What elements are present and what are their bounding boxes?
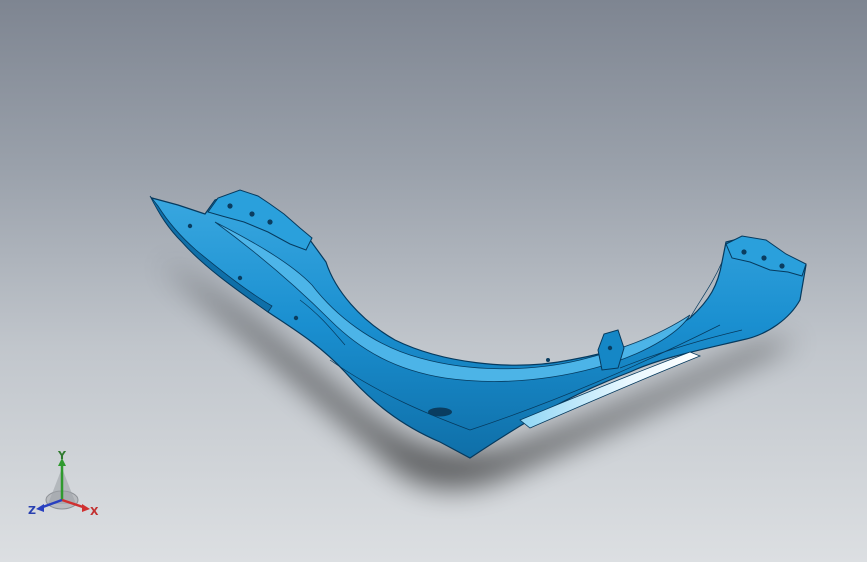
view-orientation-triad-icon: Y X Z xyxy=(24,448,104,524)
graphics-viewport[interactable]: Y X Z xyxy=(0,0,867,562)
fender-part-model[interactable] xyxy=(0,0,867,562)
axis-x-label: X xyxy=(90,505,99,518)
axis-y-label: Y xyxy=(58,449,66,462)
axis-z-label: Z xyxy=(28,504,36,517)
